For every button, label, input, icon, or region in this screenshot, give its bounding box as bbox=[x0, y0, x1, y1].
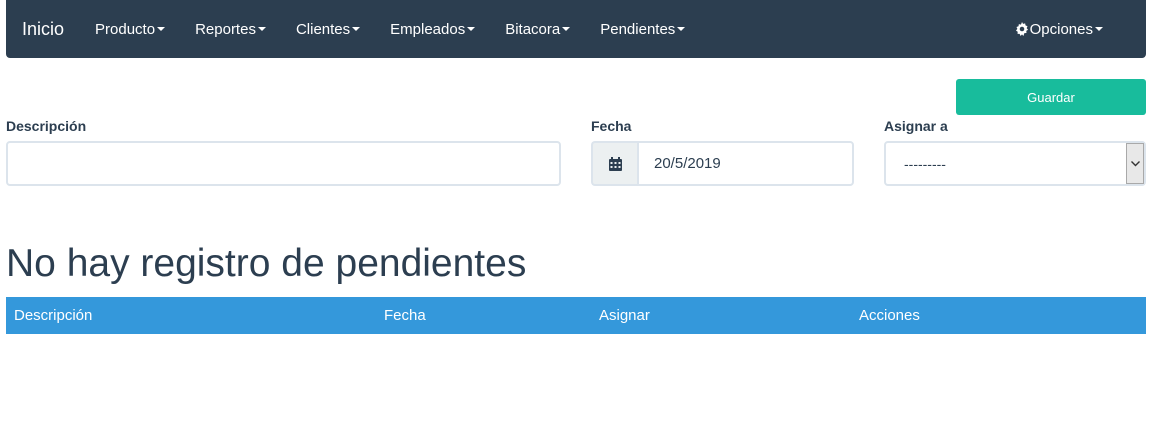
nav-item-label: Clientes bbox=[295, 20, 351, 38]
nav-item-label: Opciones bbox=[1029, 20, 1093, 38]
nav-item-label: Reportes bbox=[195, 20, 256, 38]
caret-down-icon bbox=[257, 27, 266, 31]
calendar-icon bbox=[609, 156, 622, 171]
column-header-fecha: Fecha bbox=[384, 307, 426, 324]
nav-item-opciones[interactable]: Opciones bbox=[1000, 21, 1118, 38]
nav-item-reportes[interactable]: Reportes bbox=[180, 21, 281, 38]
asignar-select[interactable]: --------- bbox=[884, 141, 1146, 186]
brand-link[interactable]: Inicio bbox=[6, 19, 80, 40]
fecha-label: Fecha bbox=[591, 118, 632, 134]
nav-item-pendientes[interactable]: Pendientes bbox=[585, 21, 700, 38]
table-header: Descripción Fecha Asignar Acciones bbox=[6, 297, 1146, 334]
save-button[interactable]: Guardar bbox=[956, 79, 1146, 115]
column-header-acciones: Acciones bbox=[859, 307, 920, 324]
nav-item-empleados[interactable]: Empleados bbox=[375, 21, 490, 38]
nav-item-label: Producto bbox=[95, 20, 156, 38]
nav-item-label: Pendientes bbox=[600, 20, 676, 38]
asignar-label: Asignar a bbox=[884, 118, 948, 134]
page-heading: No hay registro de pendientes bbox=[6, 242, 527, 285]
caret-down-icon bbox=[562, 27, 571, 31]
fecha-input[interactable]: 20/5/2019 bbox=[637, 141, 854, 186]
top-navbar: Inicio Producto Reportes Clientes Emplea… bbox=[6, 0, 1146, 58]
caret-down-icon bbox=[157, 27, 166, 31]
chevron-down-icon[interactable] bbox=[1126, 143, 1144, 184]
asignar-selected-value: --------- bbox=[904, 155, 946, 172]
gear-icon bbox=[1015, 22, 1028, 36]
nav-item-clientes[interactable]: Clientes bbox=[281, 21, 375, 38]
column-header-asignar: Asignar bbox=[599, 307, 650, 324]
descripcion-input[interactable] bbox=[6, 141, 561, 186]
nav-item-label: Empleados bbox=[390, 20, 466, 38]
caret-down-icon bbox=[352, 27, 361, 31]
nav-item-label: Bitacora bbox=[505, 20, 561, 38]
column-header-descripcion: Descripción bbox=[14, 307, 93, 324]
caret-down-icon bbox=[677, 27, 686, 31]
nav-item-producto[interactable]: Producto bbox=[80, 21, 180, 38]
calendar-addon bbox=[591, 141, 638, 186]
nav-item-bitacora[interactable]: Bitacora bbox=[490, 21, 585, 38]
descripcion-label: Descripción bbox=[6, 118, 87, 134]
caret-down-icon bbox=[467, 27, 476, 31]
caret-down-icon bbox=[1095, 27, 1103, 31]
